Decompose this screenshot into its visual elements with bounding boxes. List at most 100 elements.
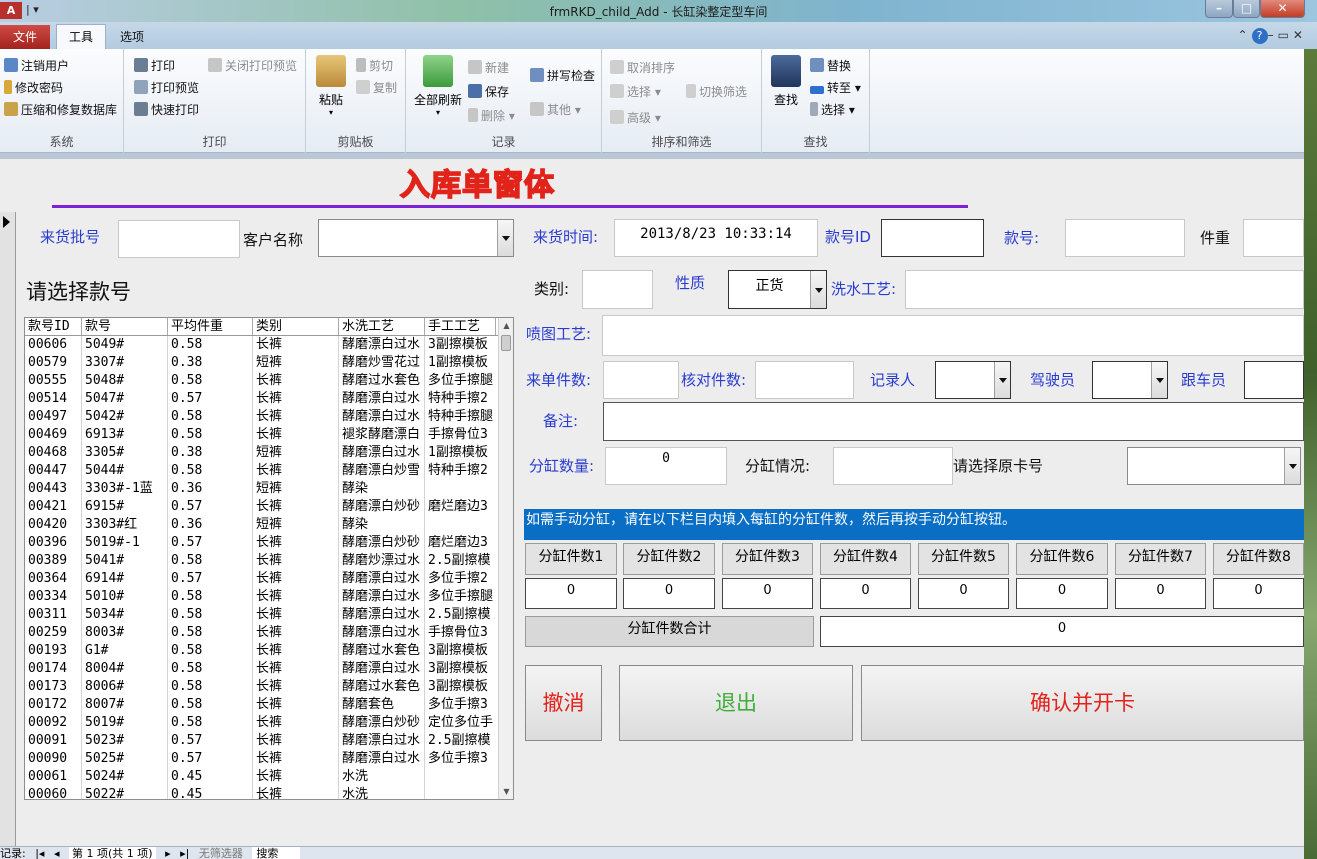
remark-input[interactable] [603,402,1304,441]
select-button[interactable]: 选择 ▾ [810,101,855,118]
replace-button[interactable]: 替换 [810,57,851,74]
split-count-input-1[interactable]: 0 [525,578,617,609]
record-selector[interactable] [0,212,16,846]
list-row[interactable]: 00468 3305# 0.38 短裤 酵磨漂白过水 1副擦模板 [25,444,513,462]
incoming-count-input[interactable] [603,361,679,399]
cancel-button[interactable]: 撤消 [525,665,602,741]
split-count-input-2[interactable]: 0 [623,578,715,609]
filter-status[interactable]: 无筛选器 [199,847,243,859]
arrival-time-input[interactable]: 2013/8/23 10:33:14 [614,219,818,257]
list-scrollbar[interactable]: ▲ ▼ [498,318,513,799]
print-button[interactable]: 打印 [134,57,175,74]
record-position-input[interactable]: 第 1 项(共 1 项) [68,847,156,859]
access-app-icon[interactable]: A [0,2,22,19]
split-count-input-8[interactable]: 0 [1213,578,1304,609]
list-row[interactable]: 00420 3303#红 0.36 短裤 酵染 [25,516,513,534]
exit-button[interactable]: 退出 [619,665,853,741]
quick-print-button[interactable]: 快速打印 [134,101,199,118]
list-row[interactable]: 00396 5019#-1 0.57 长裤 酵磨漂白炒砂 磨烂磨边3 [25,534,513,552]
quick-access-dropdown-icon[interactable]: | ▾ [26,3,39,16]
close-preview-button[interactable]: 关闭打印预览 [208,57,297,74]
list-row[interactable]: 00579 3307# 0.38 短裤 酵磨炒雪花过 1副擦模板 [25,354,513,372]
new-record-button[interactable]: 新建 [468,59,509,76]
ribbon-window-controls[interactable]: ⌃? –▭✕ [1238,28,1307,44]
checked-count-input[interactable] [755,361,854,399]
list-row[interactable]: 00389 5041# 0.58 长裤 酵磨炒漂过水 2.5副擦模 [25,552,513,570]
split-count-input-5[interactable]: 0 [918,578,1009,609]
list-row[interactable]: 00334 5010# 0.58 长裤 酵磨漂白过水 多位手擦腿 [25,588,513,606]
spray-process-input[interactable] [602,315,1304,356]
cut-button[interactable]: 剪切 [356,57,393,74]
split-status-input[interactable] [833,447,953,485]
list-row[interactable]: 00364 6914# 0.57 长裤 酵磨漂白过水 多位手擦2 [25,570,513,588]
maximize-button[interactable]: □ [1233,0,1260,18]
chevron-down-icon[interactable] [497,220,513,256]
advanced-filter-button[interactable]: 高级 ▾ [610,109,661,126]
help-icon[interactable]: ? [1251,28,1268,44]
scroll-up-icon[interactable]: ▲ [499,318,513,333]
chevron-down-icon[interactable] [1151,362,1167,398]
style-no-input[interactable] [1065,219,1185,257]
style-id-input[interactable] [881,219,984,257]
list-row[interactable]: 00061 5024# 0.45 长裤 水洗 [25,768,513,786]
save-button[interactable]: 保存 [468,83,509,100]
logout-user-button[interactable]: 注销用户 [4,57,69,74]
delete-button[interactable]: 删除 ▾ [468,107,515,124]
chevron-down-icon[interactable] [810,271,826,308]
spelling-button[interactable]: 拼写检查 [530,67,595,84]
split-count-input-4[interactable]: 0 [820,578,911,609]
list-row[interactable]: 00090 5025# 0.57 长裤 酵磨漂白过水 多位手擦3 [25,750,513,768]
batch-no-input[interactable] [118,220,240,258]
category-input[interactable] [582,270,653,309]
minimize-button[interactable]: – [1205,0,1233,18]
escort-input[interactable] [1244,361,1304,399]
list-row[interactable]: 00091 5023# 0.57 长裤 酵磨漂白过水 2.5副擦模 [25,732,513,750]
split-count-input-6[interactable]: 0 [1016,578,1108,609]
confirm-open-card-button[interactable]: 确认并开卡 [861,665,1304,741]
next-record-icon[interactable]: ▸ [165,847,171,859]
piece-weight-input[interactable] [1243,219,1304,257]
chevron-down-icon[interactable] [1284,448,1300,484]
find-button[interactable]: 查找 [768,55,804,108]
search-input[interactable]: 搜索 [252,847,301,859]
list-row[interactable]: 00092 5019# 0.58 长裤 酵磨漂白炒砂 定位多位手 [25,714,513,732]
list-row[interactable]: 00514 5047# 0.57 长裤 酵磨漂白过水 特种手擦2 [25,390,513,408]
last-record-icon[interactable]: ▸| [180,847,189,859]
copy-button[interactable]: 复制 [356,79,397,96]
original-card-combobox[interactable] [1127,447,1301,485]
clear-sort-button[interactable]: 取消排序 [610,59,675,76]
list-row[interactable]: 00259 8003# 0.58 长裤 酵磨漂白过水 手擦骨位3 [25,624,513,642]
list-row[interactable]: 00174 8004# 0.58 长裤 酵磨漂白过水 3副擦模板 [25,660,513,678]
list-row[interactable]: 00193 G1# 0.58 长裤 酵磨过水套色 3副擦模板 [25,642,513,660]
list-row[interactable]: 00443 3303#-1蓝 0.36 短裤 酵染 [25,480,513,498]
style-list[interactable]: 款号ID 款号 平均件重 类别 水洗工艺 手工工艺 00606 5049# 0.58… [24,317,514,800]
split-count-input-3[interactable]: 0 [722,578,813,609]
scroll-thumb[interactable] [501,335,511,351]
split-qty-input[interactable]: 0 [605,447,727,485]
driver-combobox[interactable] [1092,361,1168,399]
close-button[interactable]: ✕ [1260,0,1305,18]
goto-button[interactable]: 转至 ▾ [810,79,861,96]
customer-combobox[interactable] [318,219,514,257]
print-preview-button[interactable]: 打印预览 [134,79,199,96]
tab-tools[interactable]: 工具 [56,24,106,50]
list-row[interactable]: 00469 6913# 0.58 长裤 褪浆酵磨漂白 手擦骨位3 [25,426,513,444]
list-row[interactable]: 00060 5022# 0.45 长裤 水洗 [25,786,513,799]
list-row[interactable]: 00172 8007# 0.58 长裤 酵磨套色 多位手擦3 [25,696,513,714]
first-record-icon[interactable]: |◂ [35,847,44,859]
list-row[interactable]: 00173 8006# 0.58 长裤 酵磨过水套色 3副擦模板 [25,678,513,696]
split-count-input-7[interactable]: 0 [1115,578,1206,609]
more-records-button[interactable]: 其他 ▾ [530,101,581,118]
compact-repair-button[interactable]: 压缩和修复数据库 [4,101,117,118]
selection-filter-button[interactable]: 选择 ▾ [610,83,661,100]
scroll-down-icon[interactable]: ▼ [499,784,513,799]
list-row[interactable]: 00497 5042# 0.58 长裤 酵磨漂白过水 特种手擦腿 [25,408,513,426]
tab-file[interactable]: 文件 [0,25,50,49]
refresh-all-button[interactable]: 全部刷新 ▾ [412,55,464,117]
change-password-button[interactable]: 修改密码 [4,79,63,96]
list-row[interactable]: 00555 5048# 0.58 长裤 酵磨过水套色 多位手擦腿 [25,372,513,390]
chevron-down-icon[interactable] [994,362,1010,398]
list-row[interactable]: 00311 5034# 0.58 长裤 酵磨漂白过水 2.5副擦模 [25,606,513,624]
recorder-combobox[interactable] [935,361,1011,399]
paste-button[interactable]: 粘贴 ▾ [312,55,350,117]
